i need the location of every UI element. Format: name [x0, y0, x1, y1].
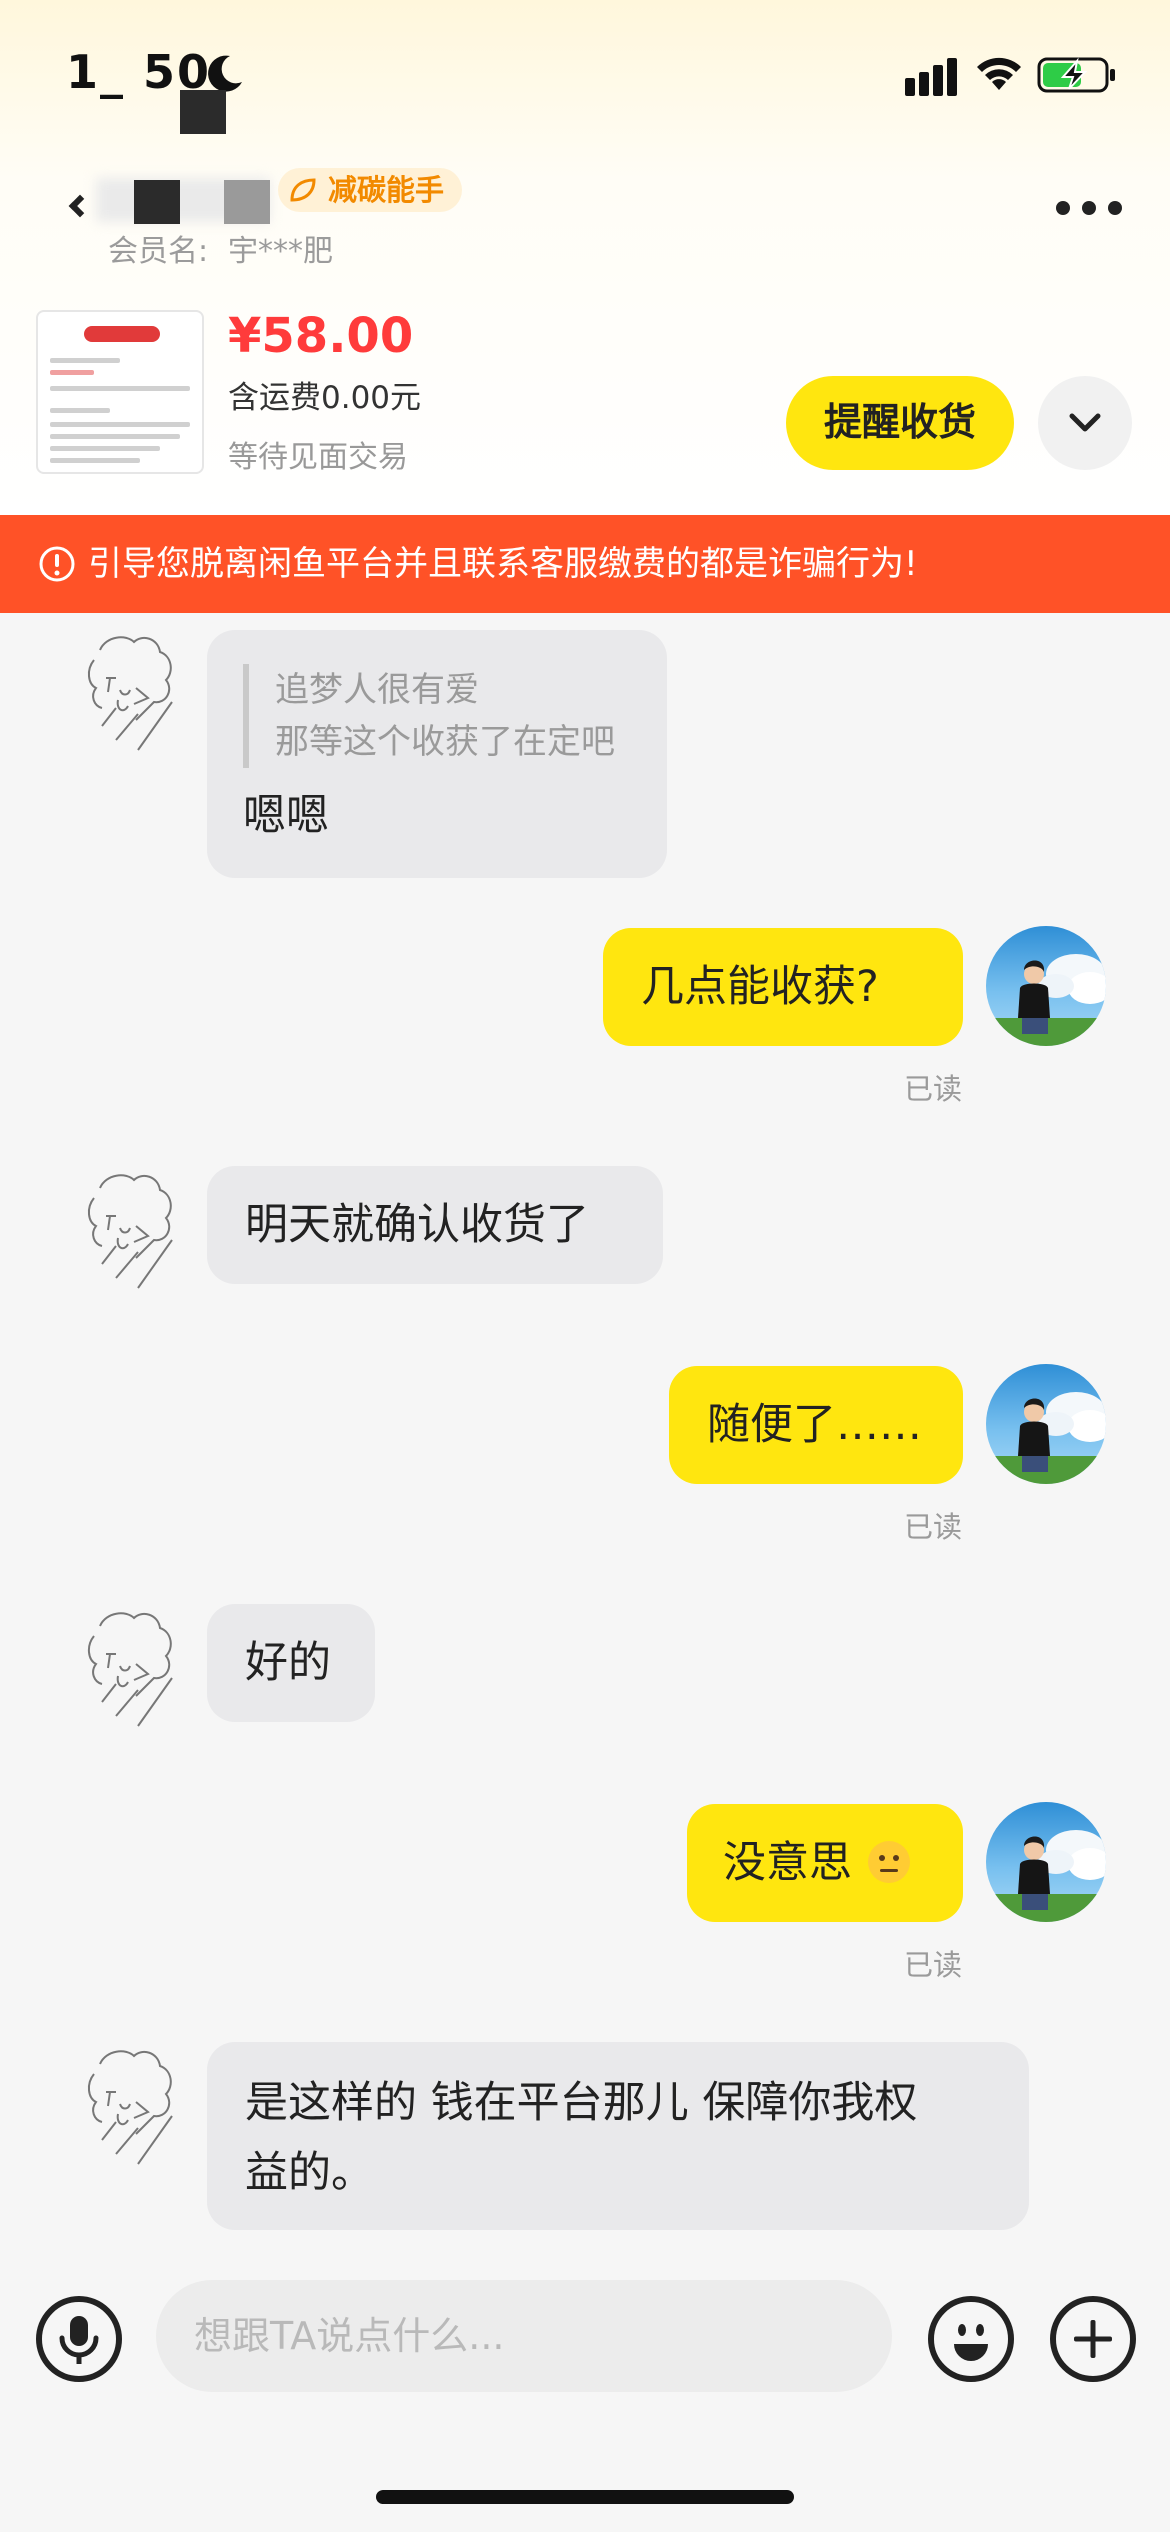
read-receipt: 已读	[904, 1072, 963, 1106]
quoted-sender: 追梦人很有爱	[275, 670, 479, 710]
fraud-warning-banner: 引导您脱离闲鱼平台并且联系客服缴费的都是诈骗行为!	[0, 515, 1170, 613]
microphone-icon	[59, 2316, 99, 2364]
badge-label: 减碳能手	[328, 173, 445, 207]
member-label: 会员名:	[108, 234, 209, 269]
wifi-icon	[977, 57, 1021, 90]
message-bubble-received: 追梦人很有爱 那等这个收获了在定吧 嗯嗯	[207, 630, 667, 878]
message-bubble-received: 好的	[207, 1604, 375, 1722]
eco-badge: 减碳能手	[278, 168, 463, 212]
neutral-face-emoji	[867, 1841, 910, 1883]
chevron-down-icon	[1069, 413, 1101, 432]
voice-button[interactable]	[36, 2296, 122, 2382]
quoted-message: 追梦人很有爱 那等这个收获了在定吧	[243, 664, 615, 768]
remind-receipt-button[interactable]: 提醒收货	[786, 376, 1014, 470]
message-text-line: 是这样的 钱在平台那儿 保障你我权	[245, 2078, 918, 2128]
user-avatar[interactable]	[986, 1364, 1106, 1484]
message-text: 几点能收获?	[641, 962, 879, 1012]
message-input[interactable]	[156, 2280, 892, 2392]
message-bubble-sent: 几点能收获?	[603, 928, 963, 1046]
read-receipt: 已读	[904, 1948, 963, 1982]
home-indicator[interactable]	[376, 2490, 794, 2504]
message-text: 随便了……	[707, 1400, 922, 1450]
shipping-fee: 含运费0.00元	[228, 380, 422, 416]
message-bubble-received: 是这样的 钱在平台那儿 保障你我权 益的。	[207, 2042, 1029, 2230]
expand-button[interactable]	[1038, 376, 1132, 470]
message-text: 好的	[245, 1638, 331, 1688]
redacted-block	[224, 180, 270, 224]
signal-icon	[905, 58, 957, 96]
read-receipt: 已读	[904, 1510, 963, 1544]
message-text-content: 没意思	[723, 1838, 852, 1888]
message-text-line: 益的。	[245, 2148, 374, 2198]
plus-icon	[1074, 2320, 1112, 2358]
contact-avatar[interactable]	[76, 630, 180, 754]
quoted-text: 那等这个收获了在定吧	[275, 722, 615, 762]
more-actions-button[interactable]	[1050, 2296, 1136, 2382]
message-bubble-sent: 没意思	[687, 1804, 963, 1922]
redacted-block	[180, 90, 226, 134]
warning-text: 引导您脱离闲鱼平台并且联系客服缴费的都是诈骗行为!	[88, 544, 918, 584]
contact-avatar[interactable]	[76, 1606, 180, 1730]
member-name: 宇***肥	[228, 234, 333, 269]
message-bubble-sent: 随便了……	[669, 1366, 963, 1484]
user-avatar[interactable]	[986, 926, 1106, 1046]
emoji-button[interactable]	[928, 2296, 1014, 2382]
contact-avatar[interactable]	[76, 1168, 180, 1292]
price: ¥58.00	[228, 308, 414, 364]
message-text: 嗯嗯	[243, 791, 329, 841]
product-thumbnail[interactable]	[36, 310, 204, 474]
order-status: 等待见面交易	[228, 440, 408, 475]
leaf-icon	[290, 178, 316, 202]
user-avatar[interactable]	[986, 1802, 1106, 1922]
message-text: 明天就确认收货了	[245, 1200, 589, 1250]
alert-circle-icon	[39, 546, 75, 582]
battery-charging-icon	[1037, 57, 1115, 93]
message-text: 没意思	[723, 1836, 912, 1890]
contact-avatar[interactable]	[76, 2044, 180, 2168]
message-bubble-received: 明天就确认收货了	[207, 1166, 663, 1284]
redacted-block	[134, 180, 180, 224]
emoji-icon	[954, 2324, 988, 2361]
more-icon[interactable]	[1056, 196, 1122, 220]
